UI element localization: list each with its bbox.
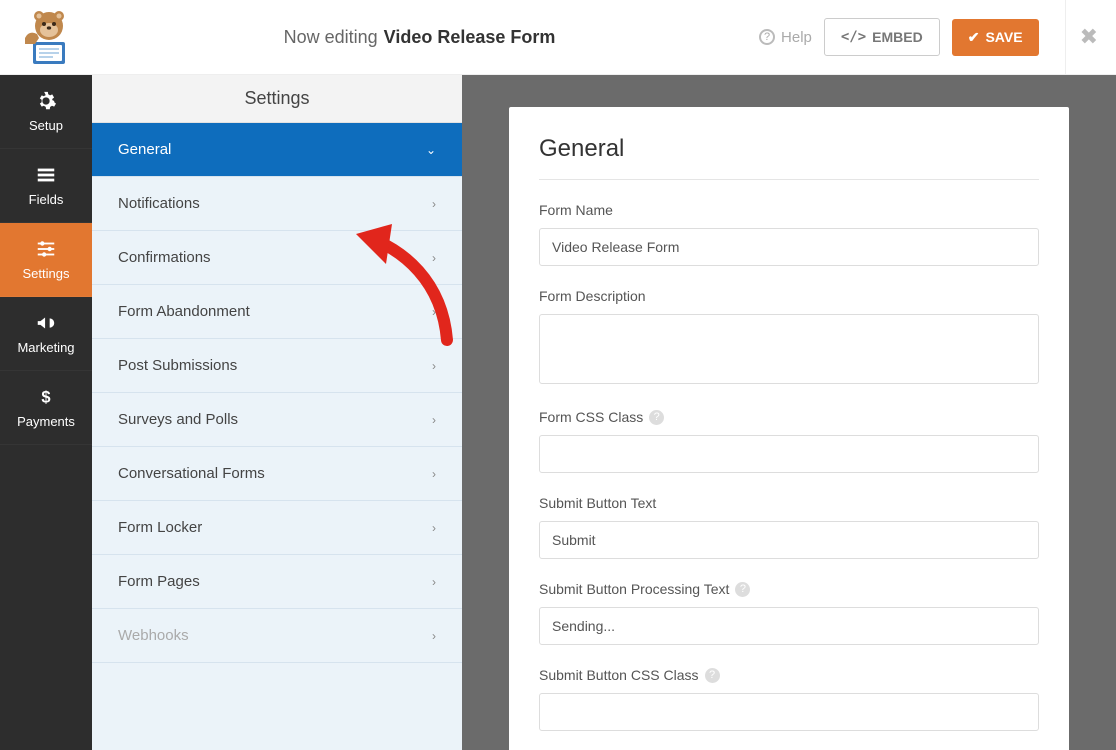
sliders-icon [35,238,57,260]
rail-setup[interactable]: Setup [0,75,92,149]
label-text: Form Description [539,288,646,304]
settings-item-label: Conversational Forms [118,465,265,482]
sidebar-rail: Setup Fields Settings Marketing $ Paymen… [0,75,92,750]
chevron-down-icon: ⌄ [426,143,436,157]
chevron-right-icon: › [432,575,436,589]
settings-item-label: Form Abandonment [118,303,250,320]
chevron-right-icon: › [432,305,436,319]
app-logo [10,7,80,67]
save-label: SAVE [985,29,1022,45]
rail-settings[interactable]: Settings [0,223,92,297]
field-submit-text: Submit Button Text [539,495,1039,559]
help-label: Help [781,29,812,46]
settings-item-webhooks[interactable]: Webhooks › [92,609,462,663]
bullhorn-icon [35,312,57,334]
settings-item-label: Post Submissions [118,357,237,374]
label-form-description: Form Description [539,288,1039,304]
editing-prefix: Now editing [284,27,378,48]
gear-icon [35,90,57,112]
settings-panel: Settings General ⌄ Notifications › Confi… [92,75,462,750]
rail-label: Marketing [17,340,74,355]
chevron-right-icon: › [432,251,436,265]
settings-item-label: Surveys and Polls [118,411,238,428]
settings-item-label: Notifications [118,195,200,212]
chevron-right-icon: › [432,359,436,373]
general-settings-panel: General Form Name Form Description Form [509,107,1069,750]
field-form-description: Form Description [539,288,1039,387]
svg-text:$: $ [41,389,50,407]
input-submit-css-class[interactable] [539,693,1039,731]
rail-label: Fields [29,192,64,207]
chevron-right-icon: › [432,467,436,481]
chevron-right-icon: › [432,629,436,643]
settings-item-general[interactable]: General ⌄ [92,123,462,177]
input-submit-text[interactable] [539,521,1039,559]
textarea-form-description[interactable] [539,314,1039,384]
check-icon: ✔ [968,29,980,46]
help-tooltip-icon[interactable]: ? [705,668,720,683]
chevron-right-icon: › [432,413,436,427]
field-submit-css-class: Submit Button CSS Class ? [539,667,1039,731]
label-form-css-class: Form CSS Class ? [539,409,1039,425]
chevron-right-icon: › [432,197,436,211]
settings-item-label: Form Locker [118,519,202,536]
content-heading: General [539,135,1039,180]
settings-list: General ⌄ Notifications › Confirmations … [92,123,462,750]
settings-item-conversational-forms[interactable]: Conversational Forms › [92,447,462,501]
settings-item-form-pages[interactable]: Form Pages › [92,555,462,609]
rail-payments[interactable]: $ Payments [0,371,92,445]
settings-item-notifications[interactable]: Notifications › [92,177,462,231]
settings-item-surveys-polls[interactable]: Surveys and Polls › [92,393,462,447]
rail-label: Payments [17,414,75,429]
label-form-name: Form Name [539,202,1039,218]
help-icon: ? [759,29,775,45]
settings-item-post-submissions[interactable]: Post Submissions › [92,339,462,393]
label-text: Form Name [539,202,613,218]
input-form-name[interactable] [539,228,1039,266]
input-form-css-class[interactable] [539,435,1039,473]
label-text: Submit Button CSS Class [539,667,699,683]
rail-fields[interactable]: Fields [0,149,92,223]
wpforms-bear-logo-icon [15,8,75,66]
label-text: Submit Button Text [539,495,656,511]
field-form-name: Form Name [539,202,1039,266]
header-actions: ? Help </> EMBED ✔ SAVE ✖ [759,0,1098,75]
form-title: Video Release Form [384,27,556,48]
label-text: Submit Button Processing Text [539,581,729,597]
rail-label: Setup [29,118,63,133]
help-tooltip-icon[interactable]: ? [649,410,664,425]
embed-label: EMBED [872,29,923,45]
help-link[interactable]: ? Help [759,29,812,46]
settings-item-form-locker[interactable]: Form Locker › [92,501,462,555]
dollar-icon: $ [35,386,57,408]
label-submit-text: Submit Button Text [539,495,1039,511]
settings-item-label: Webhooks [118,627,189,644]
label-submit-css-class: Submit Button CSS Class ? [539,667,1039,683]
header-title-area: Now editing Video Release Form [80,27,759,48]
list-icon [35,164,57,186]
save-button[interactable]: ✔ SAVE [952,19,1039,56]
settings-item-form-abandonment[interactable]: Form Abandonment › [92,285,462,339]
embed-button[interactable]: </> EMBED [824,18,940,56]
rail-label: Settings [23,266,70,281]
close-icon: ✖ [1080,24,1098,50]
app-header: Now editing Video Release Form ? Help </… [0,0,1116,75]
content-area: General Form Name Form Description Form [462,75,1116,750]
chevron-right-icon: › [432,521,436,535]
help-tooltip-icon[interactable]: ? [735,582,750,597]
settings-item-label: General [118,141,171,158]
settings-item-label: Form Pages [118,573,200,590]
rail-marketing[interactable]: Marketing [0,297,92,371]
settings-item-confirmations[interactable]: Confirmations › [92,231,462,285]
code-icon: </> [841,29,866,45]
field-form-css-class: Form CSS Class ? [539,409,1039,473]
close-button[interactable]: ✖ [1065,0,1098,75]
label-submit-processing: Submit Button Processing Text ? [539,581,1039,597]
input-submit-processing[interactable] [539,607,1039,645]
panel-title: Settings [92,75,462,123]
settings-item-label: Confirmations [118,249,211,266]
label-text: Form CSS Class [539,409,643,425]
field-submit-processing: Submit Button Processing Text ? [539,581,1039,645]
